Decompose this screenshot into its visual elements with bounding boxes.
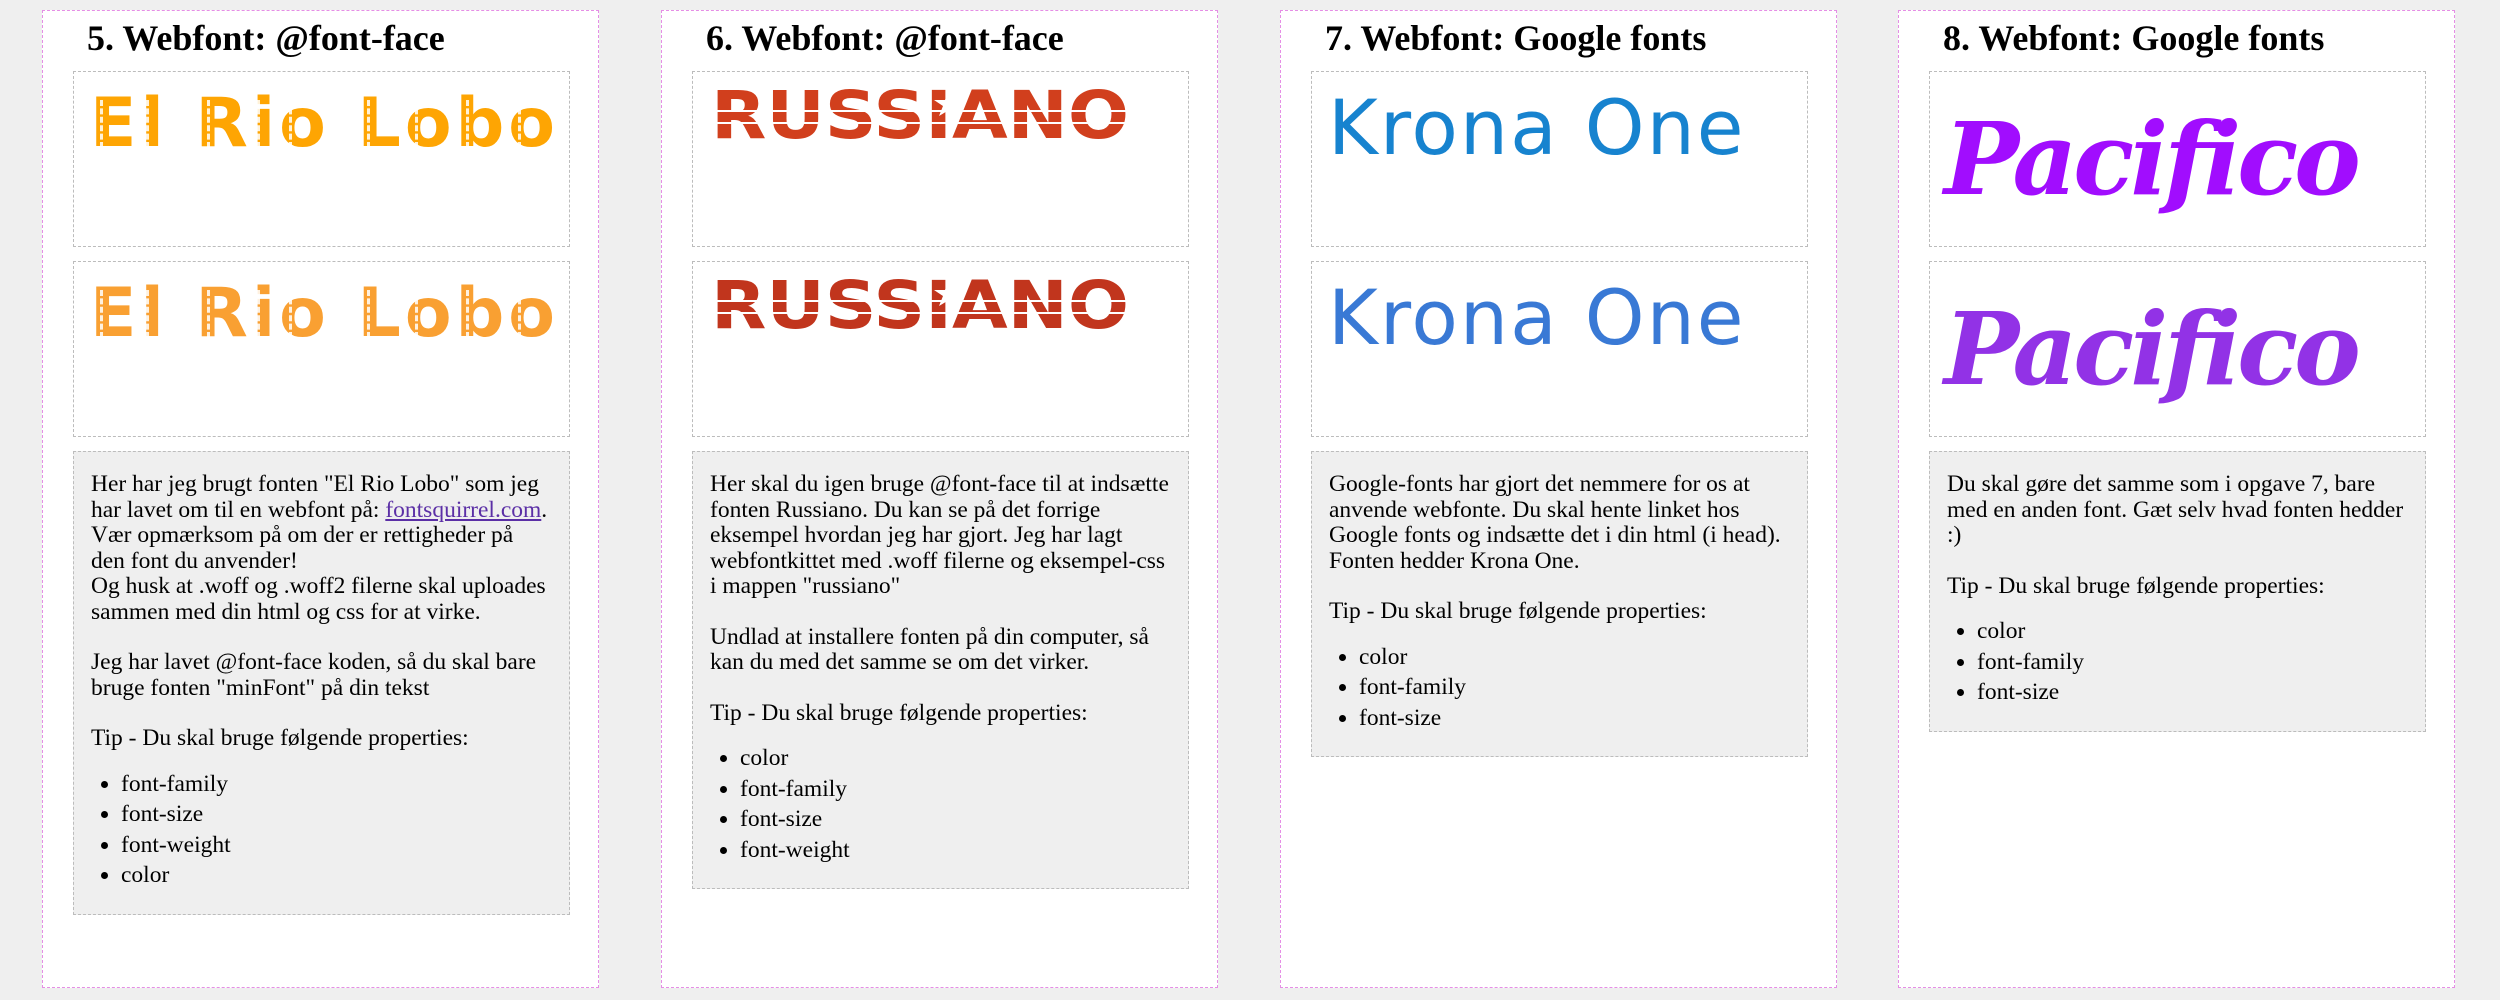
list-item: color bbox=[740, 745, 1171, 772]
tip-text: Tip - Du skal bruge følgende properties: bbox=[1329, 598, 1707, 624]
list-item: font-size bbox=[1359, 705, 1790, 732]
riolobo-letter: i bbox=[251, 274, 280, 353]
task-7-exercise-box: Krona One bbox=[1311, 261, 1808, 437]
pacifico-sample-2: Pacifico bbox=[1944, 290, 2361, 408]
list-item: font-size bbox=[121, 801, 552, 828]
properties-list: color font-family font-size bbox=[1329, 644, 1790, 732]
list-item: font-size bbox=[740, 806, 1171, 833]
riolobo-letter: o bbox=[279, 274, 330, 353]
task-8-example-box: Pacifico bbox=[1929, 71, 2426, 247]
stencil-cut bbox=[711, 312, 1131, 314]
riolobo-letter bbox=[330, 274, 358, 353]
riolobo-letter: o bbox=[279, 84, 330, 163]
riolobo-letter: o bbox=[404, 274, 456, 353]
task-7-example-box: Krona One bbox=[1311, 71, 1808, 247]
instruction-paragraph: Undlad at installere fonten på din compu… bbox=[710, 623, 1149, 675]
task-5-instructions: Her har jeg brugt fonten "El Rio Lobo" s… bbox=[73, 451, 570, 915]
riolobo-sample-2: El Rio Lobo bbox=[90, 280, 559, 348]
riolobo-letter: R bbox=[195, 84, 252, 163]
task-8-exercise-box: Pacifico bbox=[1929, 261, 2426, 437]
list-item: font-family bbox=[1359, 674, 1790, 701]
list-item: font-family bbox=[121, 771, 552, 798]
riolobo-letter: l bbox=[140, 84, 168, 163]
riolobo-letter: E bbox=[90, 84, 141, 163]
riolobo-sample-1: El Rio Lobo bbox=[90, 90, 559, 158]
task-6-exercise-box: RUSSIANO bbox=[692, 261, 1189, 437]
krona-sample-2: Krona One bbox=[1328, 273, 1746, 362]
riolobo-letter bbox=[330, 84, 358, 163]
task-8-heading: 8. Webfont: Google fonts bbox=[1943, 18, 2325, 58]
task-6-example-box: RUSSIANO bbox=[692, 71, 1189, 247]
riolobo-letter: l bbox=[140, 274, 168, 353]
instruction-paragraph: Du skal gøre det samme som i opgave 7, b… bbox=[1947, 471, 2404, 548]
list-item: font-size bbox=[1977, 679, 2408, 706]
russiano-sample-1: RUSSIANO bbox=[711, 84, 1131, 144]
task-7-heading: 7. Webfont: Google fonts bbox=[1325, 18, 1707, 58]
riolobo-letter: b bbox=[455, 84, 509, 163]
riolobo-letter: b bbox=[455, 274, 509, 353]
pacifico-sample-1: Pacifico bbox=[1944, 100, 2361, 218]
russiano-sample-2: RUSSIANO bbox=[711, 274, 1131, 334]
riolobo-letter bbox=[168, 274, 196, 353]
fontsquirrel-link[interactable]: fontsquirrel.com bbox=[385, 497, 541, 523]
properties-list: color font-family font-size font-weight bbox=[710, 745, 1171, 864]
task-6-instructions: Her skal du igen bruge @font-face til at… bbox=[692, 451, 1189, 889]
tip-text: Tip - Du skal bruge følgende properties: bbox=[91, 725, 469, 751]
riolobo-letter: R bbox=[195, 274, 252, 353]
list-item: color bbox=[1359, 644, 1790, 671]
riolobo-letter: L bbox=[357, 274, 405, 353]
riolobo-letter: i bbox=[251, 84, 280, 163]
task-5-heading: 5. Webfont: @font-face bbox=[87, 18, 445, 58]
instruction-paragraph: Her har jeg brugt fonten "El Rio Lobo" s… bbox=[91, 471, 552, 625]
list-item: font-weight bbox=[740, 837, 1171, 864]
task-8-instructions: Du skal gøre det samme som i opgave 7, b… bbox=[1929, 451, 2426, 732]
tip-text: Tip - Du skal bruge følgende properties: bbox=[1947, 572, 2325, 599]
task-6-heading: 6. Webfont: @font-face bbox=[706, 18, 1064, 58]
properties-list: font-family font-size font-weight color bbox=[91, 771, 552, 889]
task-5-example-box: El Rio Lobo bbox=[73, 71, 570, 247]
riolobo-letter: o bbox=[508, 274, 560, 353]
list-item: font-family bbox=[1977, 649, 2408, 676]
properties-list: color font-family font-size bbox=[1947, 618, 2408, 706]
task-6-column: 6. Webfont: @font-face RUSSIANO RUSSIANO… bbox=[661, 10, 1218, 988]
instruction-paragraph: Her skal du igen bruge @font-face til at… bbox=[710, 471, 1169, 599]
stencil-cut bbox=[711, 110, 1131, 112]
list-item: color bbox=[1977, 618, 2408, 645]
task-5-exercise-box: El Rio Lobo bbox=[73, 261, 570, 437]
riolobo-letter: o bbox=[404, 84, 456, 163]
russiano-word: RUSSIANO bbox=[711, 274, 1129, 334]
russiano-word: RUSSIANO bbox=[711, 84, 1129, 144]
riolobo-letter: E bbox=[90, 274, 141, 353]
task-5-column: 5. Webfont: @font-face El Rio Lobo El Ri… bbox=[42, 10, 599, 988]
list-item: color bbox=[121, 862, 552, 889]
riolobo-letter: o bbox=[508, 84, 560, 163]
task-8-column: 8. Webfont: Google fonts Pacifico Pacifi… bbox=[1898, 10, 2455, 988]
instruction-paragraph: Google-fonts har gjort det nemmere for o… bbox=[1329, 471, 1781, 574]
instruction-paragraph: Jeg har lavet @font-face koden, så du sk… bbox=[91, 649, 537, 701]
task-7-column: 7. Webfont: Google fonts Krona One Krona… bbox=[1280, 10, 1837, 988]
list-item: font-weight bbox=[121, 832, 552, 859]
list-item: font-family bbox=[740, 776, 1171, 803]
tip-text: Tip - Du skal bruge følgende properties: bbox=[710, 699, 1088, 726]
riolobo-letter: L bbox=[357, 84, 405, 163]
stencil-cut bbox=[711, 300, 1131, 302]
riolobo-letter bbox=[168, 84, 196, 163]
krona-sample-1: Krona One bbox=[1328, 83, 1746, 172]
task-7-instructions: Google-fonts har gjort det nemmere for o… bbox=[1311, 451, 1808, 757]
stencil-cut bbox=[711, 122, 1131, 124]
instruction-text: Og husk at .woff og .woff2 filerne skal … bbox=[91, 573, 546, 625]
